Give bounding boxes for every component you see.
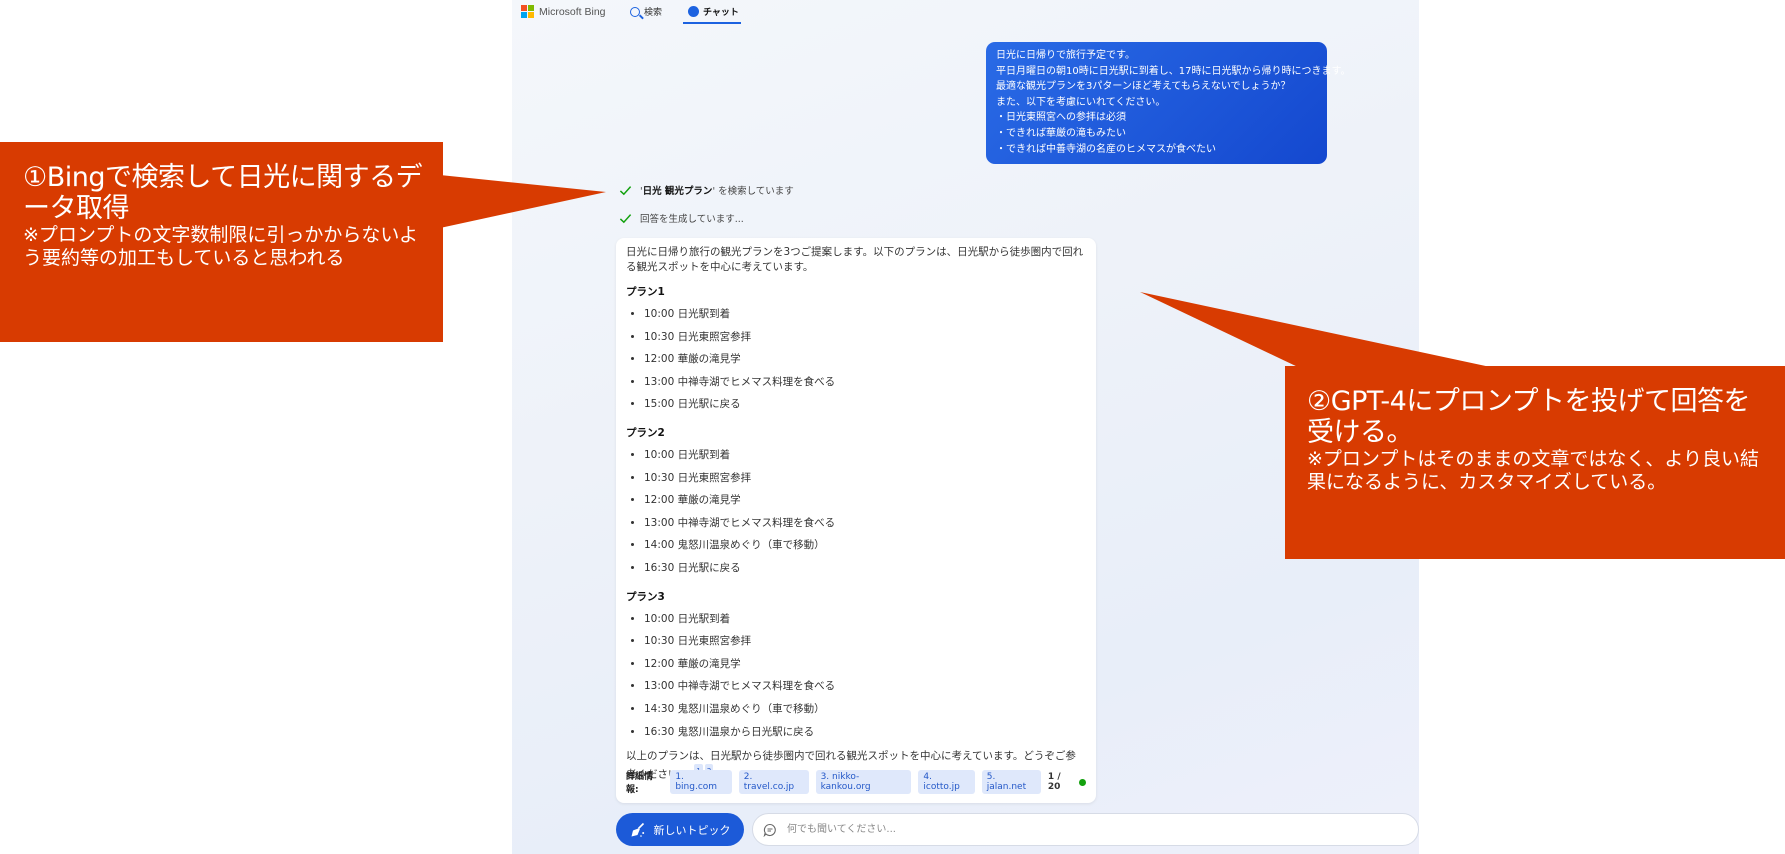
- list-item: 12:00 華厳の滝見学: [644, 653, 1086, 676]
- top-bar: Microsoft Bing 検索 チャット: [512, 0, 1419, 30]
- source-link[interactable]: 4. icotto.jp: [918, 770, 975, 794]
- list-item: 15:00 日光駅に戻る: [644, 393, 1086, 416]
- list-item: 14:30 鬼怒川温泉めぐり（車で移動）: [644, 698, 1086, 721]
- plan-title: プラン1: [626, 286, 665, 298]
- broom-icon: [631, 822, 644, 837]
- list-item: 16:30 日光駅に戻る: [644, 557, 1086, 580]
- list-item: 12:00 華厳の滝見学: [644, 489, 1086, 512]
- chat-input[interactable]: [785, 823, 1418, 836]
- user-message-line: ・できれば華厳の滝もみたい: [996, 127, 1126, 139]
- list-item: 14:00 鬼怒川温泉めぐり（車で移動）: [644, 534, 1086, 557]
- checkmark-icon: [619, 213, 632, 223]
- bing-chat-window: Microsoft Bing 検索 チャット 日光に日帰りで旅行予定です。 平日…: [512, 0, 1419, 854]
- user-message-line: ・日光東照宮への参拝は必須: [996, 112, 1126, 124]
- list-item: 10:30 日光東照宮参拝: [644, 326, 1086, 349]
- status-dot-icon: [1079, 778, 1086, 786]
- source-link[interactable]: 3. nikko-kankou.org: [815, 770, 912, 794]
- list-item: 10:30 日光東照宮参拝: [644, 630, 1086, 653]
- user-message-line: ・できれば中善寺湖の名産のヒメマスが食べたい: [996, 143, 1216, 155]
- plan-list: 10:00 日光駅到着 10:30 日光東照宮参拝 12:00 華厳の滝見学 1…: [626, 303, 1086, 416]
- status-searching: '日光 観光プラン' を検索しています: [619, 183, 794, 197]
- source-link[interactable]: 5. jalan.net: [981, 770, 1041, 794]
- list-item: 13:00 中禅寺湖でヒメマス料理を食べる: [644, 675, 1086, 698]
- chat-bubble-icon: [763, 823, 776, 837]
- list-item: 10:00 日光駅到着: [644, 608, 1086, 631]
- list-item: 10:00 日光駅到着: [644, 303, 1086, 326]
- user-message-line: 平日月曜日の朝10時に日光駅に到着し、17時に日光駅から帰り時につきます。: [996, 65, 1351, 77]
- search-term: 日光 観光プラン: [642, 186, 713, 197]
- callout-note: ※プロンプトはそのままの文章ではなく、より良い結果になるように、カスタマイズして…: [1307, 448, 1759, 493]
- list-item: 10:00 日光駅到着: [644, 444, 1086, 467]
- tab-search-label: 検索: [644, 8, 663, 18]
- list-item: 16:30 鬼怒川温泉から日光駅に戻る: [644, 721, 1086, 744]
- callout-title: ②GPT-4にプロンプトを投げて回答を受ける。: [1307, 386, 1751, 448]
- callout-bing-search: ①Bingで検索して日光に関するデータ取得 ※プロンプトの文字数制限に引っかから…: [0, 142, 443, 342]
- microsoft-logo-icon: [521, 5, 534, 18]
- list-item: 12:00 華厳の滝見学: [644, 348, 1086, 371]
- status-searching-text: '日光 観光プラン' を検索しています: [640, 186, 794, 197]
- chat-input-box[interactable]: [752, 813, 1419, 846]
- user-message-bubble: 日光に日帰りで旅行予定です。 平日月曜日の朝10時に日光駅に到着し、17時に日光…: [986, 42, 1351, 164]
- turn-counter-text: 1 / 20: [1047, 772, 1061, 792]
- microsoft-bing-logo[interactable]: Microsoft Bing: [521, 5, 606, 18]
- plan-list: 10:00 日光駅到着 10:30 日光東照宮参拝 12:00 華厳の滝見学 1…: [626, 608, 1086, 744]
- list-item: 10:30 日光東照宮参拝: [644, 467, 1086, 490]
- bot-answer-card: 日光に日帰り旅行の観光プランを3つご提案します。以下のプランは、日光駅から徒歩圏…: [616, 238, 1096, 803]
- search-icon: [630, 6, 640, 17]
- list-item: 13:00 中禅寺湖でヒメマス料理を食べる: [644, 371, 1086, 394]
- callout-gpt4: ②GPT-4にプロンプトを投げて回答を受ける。 ※プロンプトはそのままの文章では…: [1285, 366, 1785, 559]
- user-message-line: 日光に日帰りで旅行予定です。: [996, 50, 1135, 61]
- list-item: 13:00 中禅寺湖でヒメマス料理を食べる: [644, 512, 1086, 535]
- status-generating-text: 回答を生成しています...: [640, 214, 744, 225]
- logo-text: Microsoft Bing: [539, 5, 606, 18]
- chat-icon: [688, 6, 699, 17]
- plan-list: 10:00 日光駅到着 10:30 日光東照宮参拝 12:00 華厳の滝見学 1…: [626, 444, 1086, 580]
- source-link[interactable]: 2. travel.co.jp: [738, 770, 809, 794]
- checkmark-icon: [619, 185, 632, 195]
- new-topic-label: 新しいトピック: [653, 823, 731, 837]
- tab-chat[interactable]: チャット: [688, 5, 739, 18]
- user-message-line: また、以下を考慮にいれてください。: [996, 96, 1166, 108]
- details-label: 詳細情報:: [626, 772, 654, 795]
- sources-bar: 詳細情報: 1. bing.com 2. travel.co.jp 3. nik…: [626, 769, 1086, 795]
- tab-search[interactable]: 検索: [630, 5, 662, 18]
- new-topic-button[interactable]: 新しいトピック: [616, 813, 744, 846]
- active-tab-indicator: [683, 22, 741, 24]
- callout-note: ※プロンプトの文字数制限に引っかからないよう要約等の加工もしていると思われる: [23, 224, 418, 269]
- source-link[interactable]: 1. bing.com: [670, 770, 732, 794]
- plan-title: プラン2: [626, 426, 665, 439]
- answer-intro: 日光に日帰り旅行の観光プランを3つご提案します。以下のプランは、日光駅から徒歩圏…: [626, 246, 1084, 273]
- tab-chat-label: チャット: [703, 8, 739, 18]
- callout-title: ①Bingで検索して日光に関するデータ取得: [23, 162, 423, 224]
- turn-counter: 1 / 20: [1048, 772, 1086, 792]
- user-message-line: 最適な観光プランを3パターンほど考えてもらえないでしょうか？: [996, 81, 1291, 93]
- plan-title: プラン3: [626, 590, 665, 603]
- status-generating: 回答を生成しています...: [619, 211, 744, 225]
